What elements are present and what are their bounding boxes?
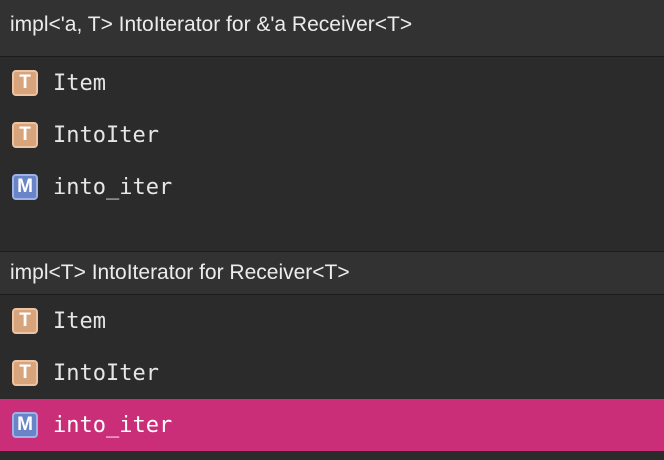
type-icon: T [12, 70, 38, 96]
completion-item-into-iter-selected[interactable]: M into_iter [0, 399, 664, 451]
completion-item-label: Item [53, 70, 106, 96]
completion-item-item[interactable]: T Item [0, 295, 664, 347]
completion-popup: impl<'a, T> IntoIterator for &'a Receive… [0, 0, 664, 460]
impl-group-header-text: impl<T> IntoIterator for Receiver<T> [10, 261, 350, 284]
type-icon: T [12, 308, 38, 334]
completion-item-intoiter[interactable]: T IntoIter [0, 109, 664, 161]
completion-item-item[interactable]: T Item [0, 57, 664, 109]
type-icon: T [12, 122, 38, 148]
impl-group-header: impl<T> IntoIterator for Receiver<T> [0, 251, 664, 295]
impl-group-header-text: impl<'a, T> IntoIterator for &'a Receive… [10, 13, 413, 36]
completion-item-label: IntoIter [53, 122, 159, 148]
method-icon: M [12, 174, 38, 200]
type-icon: T [12, 360, 38, 386]
completion-item-into-iter[interactable]: M into_iter [0, 161, 664, 213]
completion-item-label: Item [53, 308, 106, 334]
completion-item-label: into_iter [53, 174, 173, 200]
method-icon: M [12, 412, 38, 438]
completion-item-label: into_iter [53, 412, 173, 438]
completion-item-intoiter[interactable]: T IntoIter [0, 347, 664, 399]
completion-item-label: IntoIter [53, 360, 159, 386]
impl-group-header: impl<'a, T> IntoIterator for &'a Receive… [0, 0, 664, 57]
